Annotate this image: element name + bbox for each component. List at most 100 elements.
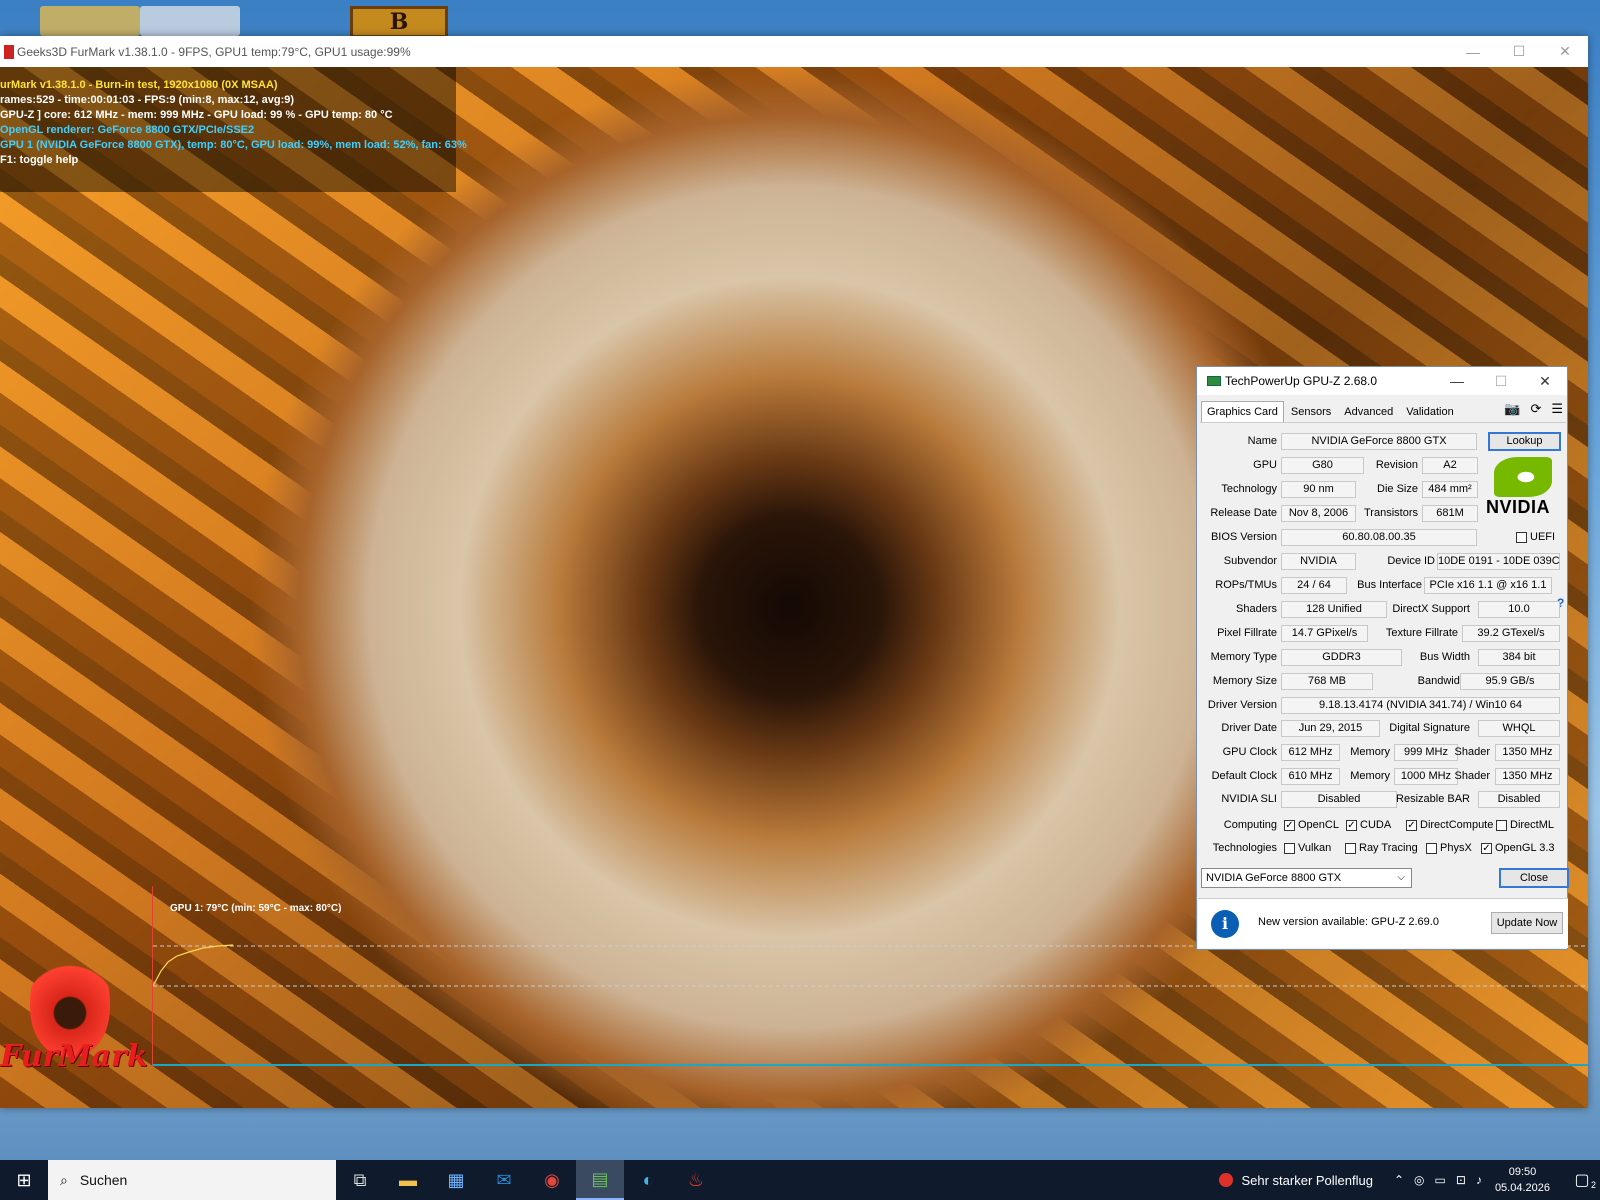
osd-line-frames: rames:529 - time:00:01:03 - FPS:9 (min:8… [0,94,295,106]
chrome-icon[interactable]: ◉ [528,1160,576,1200]
clock-time: 09:50 [1508,1166,1537,1178]
taskbar: ⊞ ⌕ Suchen ⧉ ▬ ▦ ✉ ◉ ▤ ◐ ♨ Sehr starker … [0,1160,1600,1200]
maximize-button[interactable]: ☐ [1496,36,1542,67]
volume-icon[interactable]: ♪ [1476,1173,1482,1187]
update-message: New version available: GPU-Z 2.69.0 [1258,916,1439,928]
gpuz-minimize-button[interactable]: — [1435,367,1479,395]
lookup-button[interactable]: Lookup [1488,432,1561,451]
label-gpu: GPU [1253,459,1277,471]
checkbox-directml: DirectML [1496,819,1554,831]
value-memory-type: GDDR3 [1281,649,1402,666]
tab-advanced[interactable]: Advanced [1338,401,1399,423]
game-shortcut-icon[interactable]: B [350,6,448,38]
value-gpu-clock: 612 MHz [1281,744,1340,761]
card-select-dropdown[interactable]: NVIDIA GeForce 8800 GTX ⌵ [1201,868,1412,888]
label-bios-version: BIOS Version [1210,531,1277,543]
label-technologies: Technologies [1212,842,1277,854]
label-bus-width: Bus Width [1419,651,1470,663]
checkbox-vulkan: Vulkan [1284,842,1331,854]
chevron-up-icon[interactable]: ⌃ [1394,1173,1404,1187]
close-button[interactable]: ✕ [1542,36,1588,67]
checkbox-ray-tracing-box [1345,842,1356,854]
tab-sensors[interactable]: Sensors [1285,401,1337,423]
store-icon[interactable]: ▦ [432,1160,480,1200]
task-view-icon[interactable]: ⧉ [336,1160,384,1200]
value-driver-version: 9.18.13.4174 (NVIDIA 341.74) / Win10 64 [1281,697,1560,714]
label-nvidia-sli: NVIDIA SLI [1221,793,1277,805]
label-release-date: Release Date [1210,507,1277,519]
gpuz-close-dialog-button[interactable]: Close [1499,868,1569,888]
value-die-size: 484 mm² [1422,481,1478,498]
search-placeholder: Suchen [79,1172,128,1188]
update-now-button[interactable]: Update Now [1491,912,1563,934]
value-release-date: Nov 8, 2006 [1281,505,1356,522]
tab-graphics-card[interactable]: Graphics Card [1201,401,1284,423]
furmark-taskbar-icon[interactable]: ♨ [672,1160,720,1200]
clock-date: 05.04.2026 [1494,1182,1550,1194]
search-icon: ⌕ [60,1171,68,1188]
value-subvendor: NVIDIA [1281,553,1356,570]
value-revision: A2 [1422,457,1478,474]
file-explorer-icon[interactable]: ▬ [384,1160,432,1200]
weather-widget[interactable]: Sehr starker Pollenflug [1219,1173,1373,1188]
checkbox-opengl-box: ✓ [1481,842,1492,854]
gpuz-titlebar[interactable]: TechPowerUp GPU-Z 2.68.0 — ☐ ✕ [1197,367,1567,395]
label-driver-date: Driver Date [1221,722,1277,734]
label-name: Name [1247,435,1277,447]
value-name: NVIDIA GeForce 8800 GTX [1281,433,1477,450]
label-memory-size: Memory Size [1212,675,1277,687]
gpuz-close-button[interactable]: ✕ [1523,367,1567,395]
image-icon[interactable] [140,6,240,36]
osd-line-gpu1: GPU 1 (NVIDIA GeForce 8800 GTX), temp: 8… [0,139,467,151]
checkbox-directcompute: ✓ DirectCompute [1406,819,1494,831]
label-subvendor: Subvendor [1223,555,1277,567]
network-icon[interactable]: ⊡ [1456,1173,1466,1187]
gpuz-maximize-button[interactable]: ☐ [1479,367,1523,395]
label-texture-fillrate: Texture Fillrate [1385,627,1458,639]
label-bus-interface: Bus Interface [1357,579,1422,591]
checkbox-opencl: ✓ OpenCL [1284,819,1339,831]
furmark-window-title: Geeks3D FurMark v1.38.1.0 - 9FPS, GPU1 t… [17,44,411,59]
gpuz-app-icon [1207,376,1221,386]
label-gpu-shader: Shader [1454,746,1490,758]
gpuz-taskbar-icon[interactable]: ▤ [576,1160,624,1200]
checkbox-physx: PhysX [1426,842,1472,854]
furmark-titlebar[interactable]: Geeks3D FurMark v1.38.1.0 - 9FPS, GPU1 t… [0,36,1588,67]
menu-icon[interactable]: ☰ [1551,401,1563,417]
webcam-icon[interactable]: ◎ [1414,1173,1424,1187]
gpuz-window-title: TechPowerUp GPU-Z 2.68.0 [1225,374,1378,388]
label-resizable-bar: Resizable BAR [1396,793,1470,805]
keyboard-icon[interactable]: ▭ [1435,1173,1446,1187]
value-rops-tmus: 24 / 64 [1281,577,1347,594]
label-gpu-memory: Memory [1350,746,1390,758]
minimize-button[interactable]: — [1450,36,1496,67]
tab-validation[interactable]: Validation [1400,401,1460,423]
refresh-icon[interactable]: ⟳ [1530,401,1541,417]
info-icon: i [1211,910,1239,938]
osd-line-help: F1: toggle help [0,154,79,166]
value-default-shader: 1350 MHz [1495,768,1560,785]
edge-icon[interactable]: ◐ [624,1160,672,1200]
checkbox-cuda: ✓ CUDA [1346,819,1392,831]
gpuz-tab-bar: Graphics Card Sensors Advanced Validatio… [1201,401,1461,423]
outlook-icon[interactable]: ✉ [480,1160,528,1200]
taskbar-search-box[interactable]: ⌕ Suchen [48,1160,336,1200]
camera-icon[interactable]: 📷 [1504,401,1520,417]
notification-center-icon[interactable]: ▢ 2 [1564,1170,1600,1190]
furmark-logo: FurMark [0,947,148,1077]
checkbox-cuda-box: ✓ [1346,819,1357,831]
label-device-id: Device ID [1387,555,1435,567]
osd-line-renderer: OpenGL renderer: GeForce 8800 GTX/PCIe/S… [0,124,255,136]
furmark-app-icon [4,44,14,59]
value-gpu-memory: 999 MHz [1394,744,1458,761]
windows-start-icon[interactable]: ⊞ [0,1160,48,1200]
folder-icon[interactable] [40,6,140,36]
value-gpu-shader: 1350 MHz [1495,744,1560,761]
nvidia-logo: NVIDIA [1486,457,1564,517]
nvidia-eye-icon [1494,457,1552,497]
checkbox-ray-tracing: Ray Tracing [1345,842,1418,854]
label-computing: Computing [1223,819,1277,831]
clock[interactable]: 09:50 05.04.2026 [1495,1164,1550,1196]
update-notification: i New version available: GPU-Z 2.69.0 Up… [1198,898,1568,948]
temperature-curve [152,944,234,987]
